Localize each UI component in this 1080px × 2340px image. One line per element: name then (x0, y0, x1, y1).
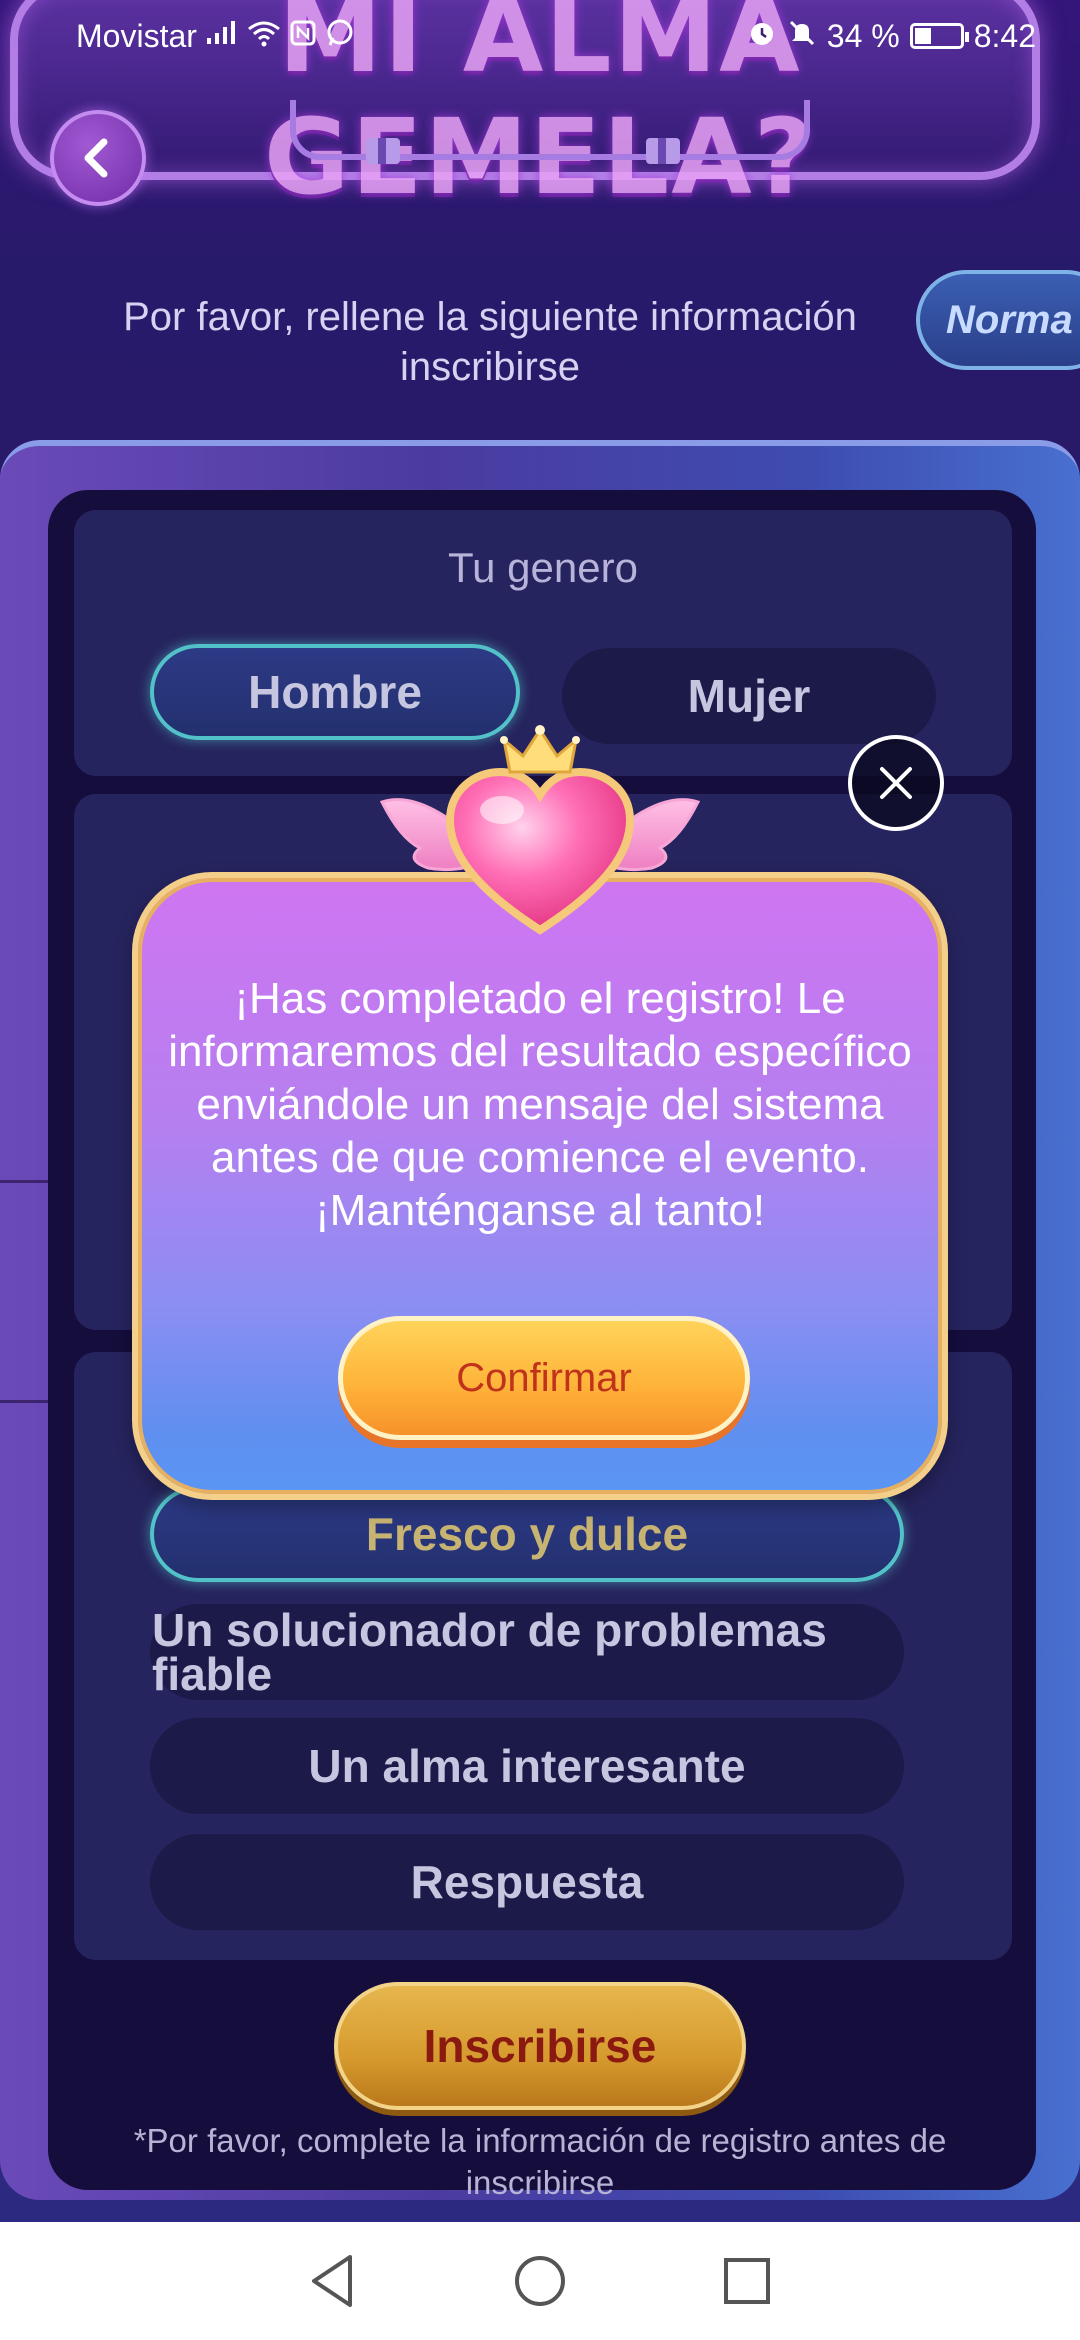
close-icon (880, 767, 912, 799)
confirm-button[interactable]: Confirmar (338, 1316, 750, 1440)
recents-square-icon (723, 2258, 770, 2304)
nav-back-button[interactable] (303, 2251, 363, 2311)
registration-complete-dialog: ¡Has completado el registro! Le informar… (132, 872, 948, 1500)
winged-heart-crown-icon (380, 725, 700, 935)
home-circle-icon (514, 2256, 565, 2306)
nav-recents-button[interactable] (717, 2251, 777, 2311)
nav-home-button[interactable] (510, 2251, 570, 2311)
back-triangle-icon (312, 2255, 353, 2307)
dialog-message: ¡Has completado el registro! Le informar… (168, 974, 912, 1235)
close-dialog-button[interactable] (848, 735, 944, 831)
system-nav-bar (0, 2222, 1080, 2340)
app-screen: MI ALMA GEMELA? Movistar 34 % 8:42 Por f… (0, 0, 1080, 2222)
